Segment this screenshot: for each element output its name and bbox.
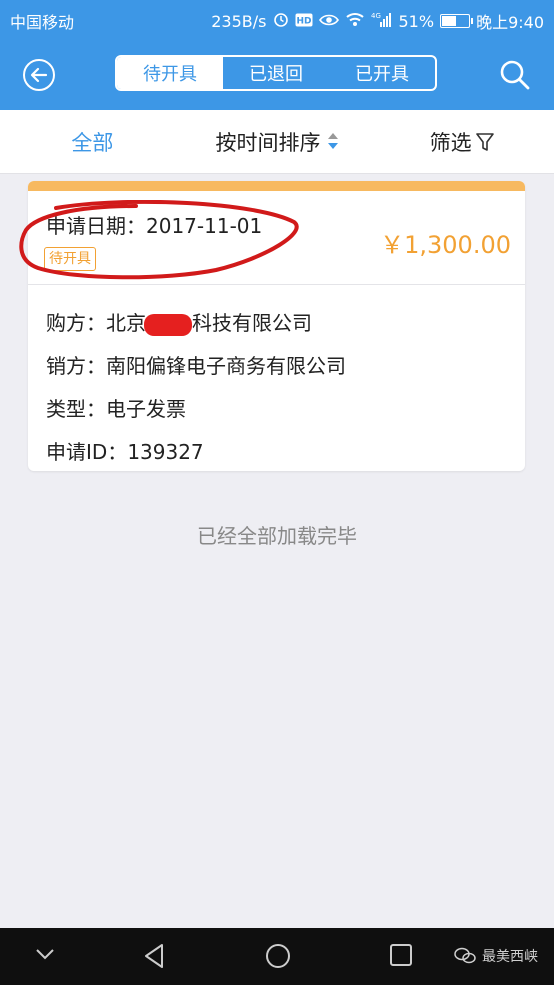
- clock: 晚上9:40: [476, 13, 544, 32]
- tab-issued[interactable]: 已开具: [329, 57, 435, 89]
- buyer-name-suffix: 科技有限公司: [192, 311, 312, 335]
- circle-home-icon: [266, 944, 290, 968]
- svg-text:HD: HD: [296, 16, 311, 26]
- top-nav-bar: 待开具 已退回 已开具: [0, 38, 554, 110]
- seller-label: 销方：: [46, 354, 106, 378]
- status-tabs: 待开具 已退回 已开具: [115, 55, 437, 91]
- sort-label: 按时间排序: [215, 130, 321, 155]
- filter-all[interactable]: 全部: [0, 127, 185, 157]
- id-label: 申请ID：: [46, 440, 128, 464]
- buyer-name-prefix: 北京: [106, 311, 146, 335]
- triangle-back-icon: [145, 944, 163, 968]
- redaction-mark: [144, 313, 192, 336]
- watermark-text: 最美西峡: [482, 949, 538, 965]
- filter-all-label: 全部: [71, 130, 114, 155]
- eye-icon: [318, 12, 339, 31]
- search-button[interactable]: [498, 58, 532, 92]
- watermark: 最美西峡: [454, 946, 538, 966]
- back-arrow-icon: [23, 59, 55, 91]
- sort-by-time[interactable]: 按时间排序: [185, 127, 370, 157]
- status-bar: 中国移动 235B/s HD 4G 51% 晚上9:40: [0, 0, 554, 38]
- card-accent-strip: [28, 181, 525, 191]
- id-row: 申请ID：139327: [46, 436, 204, 465]
- status-badge: 待开具: [44, 247, 96, 271]
- tab-pending[interactable]: 待开具: [117, 57, 223, 89]
- type-row: 类型：电子发票: [46, 393, 186, 422]
- invoice-card[interactable]: 申请日期：2017-11-01 待开具 ￥1,300.00 购方：北京 科技有限公…: [28, 181, 525, 471]
- nav-down-button[interactable]: [34, 946, 56, 966]
- net-speed: 235B/s: [211, 11, 267, 31]
- apply-date-label: 申请日期：: [46, 214, 146, 238]
- carrier-name: 中国移动: [10, 13, 75, 32]
- filter-button[interactable]: 筛选: [369, 127, 554, 157]
- sort-arrows-icon: [327, 132, 339, 151]
- apply-date: 申请日期：2017-11-01: [46, 210, 262, 239]
- alarm-icon: [273, 11, 289, 31]
- card-divider: [28, 284, 525, 285]
- funnel-icon: [475, 132, 494, 151]
- nav-home-button[interactable]: [264, 942, 292, 974]
- search-icon: [500, 60, 530, 90]
- nav-back-button[interactable]: [142, 942, 166, 974]
- type-value: 电子发票: [106, 397, 186, 421]
- wifi-icon: [345, 11, 365, 31]
- signal-icon: 4G: [371, 11, 393, 31]
- square-recents-icon: [390, 944, 412, 966]
- type-label: 类型：: [46, 397, 106, 421]
- buyer-label: 购方：: [46, 311, 106, 335]
- hd-icon: HD: [295, 12, 313, 31]
- apply-date-value: 2017-11-01: [146, 214, 263, 238]
- chevron-down-icon: [36, 949, 54, 960]
- loaded-all-text: 已经全部加载完毕: [197, 524, 357, 548]
- battery-percent: 51%: [398, 11, 435, 31]
- battery-level-fill: [442, 16, 457, 26]
- filter-label: 筛选: [429, 130, 472, 155]
- battery-icon: [440, 14, 474, 28]
- invoice-amount: ￥1,300.00: [380, 231, 511, 259]
- svg-text:4G: 4G: [371, 12, 381, 20]
- seller-row: 销方：南阳偏锋电子商务有限公司: [46, 350, 346, 379]
- back-button[interactable]: [22, 58, 56, 92]
- wechat-icon: [454, 947, 476, 964]
- id-value: 139327: [127, 440, 204, 464]
- buyer-row: 购方：北京 科技有限公司: [46, 307, 312, 336]
- seller-name: 南阳偏锋电子商务有限公司: [106, 354, 346, 378]
- nav-recents-button[interactable]: [388, 942, 414, 972]
- system-nav-bar: 最美西峡: [0, 928, 554, 985]
- tab-returned[interactable]: 已退回: [223, 57, 329, 89]
- filter-bar: 全部 按时间排序 筛选: [0, 110, 554, 174]
- status-icons: 235B/s HD 4G 51% 晚上9:40: [211, 9, 544, 33]
